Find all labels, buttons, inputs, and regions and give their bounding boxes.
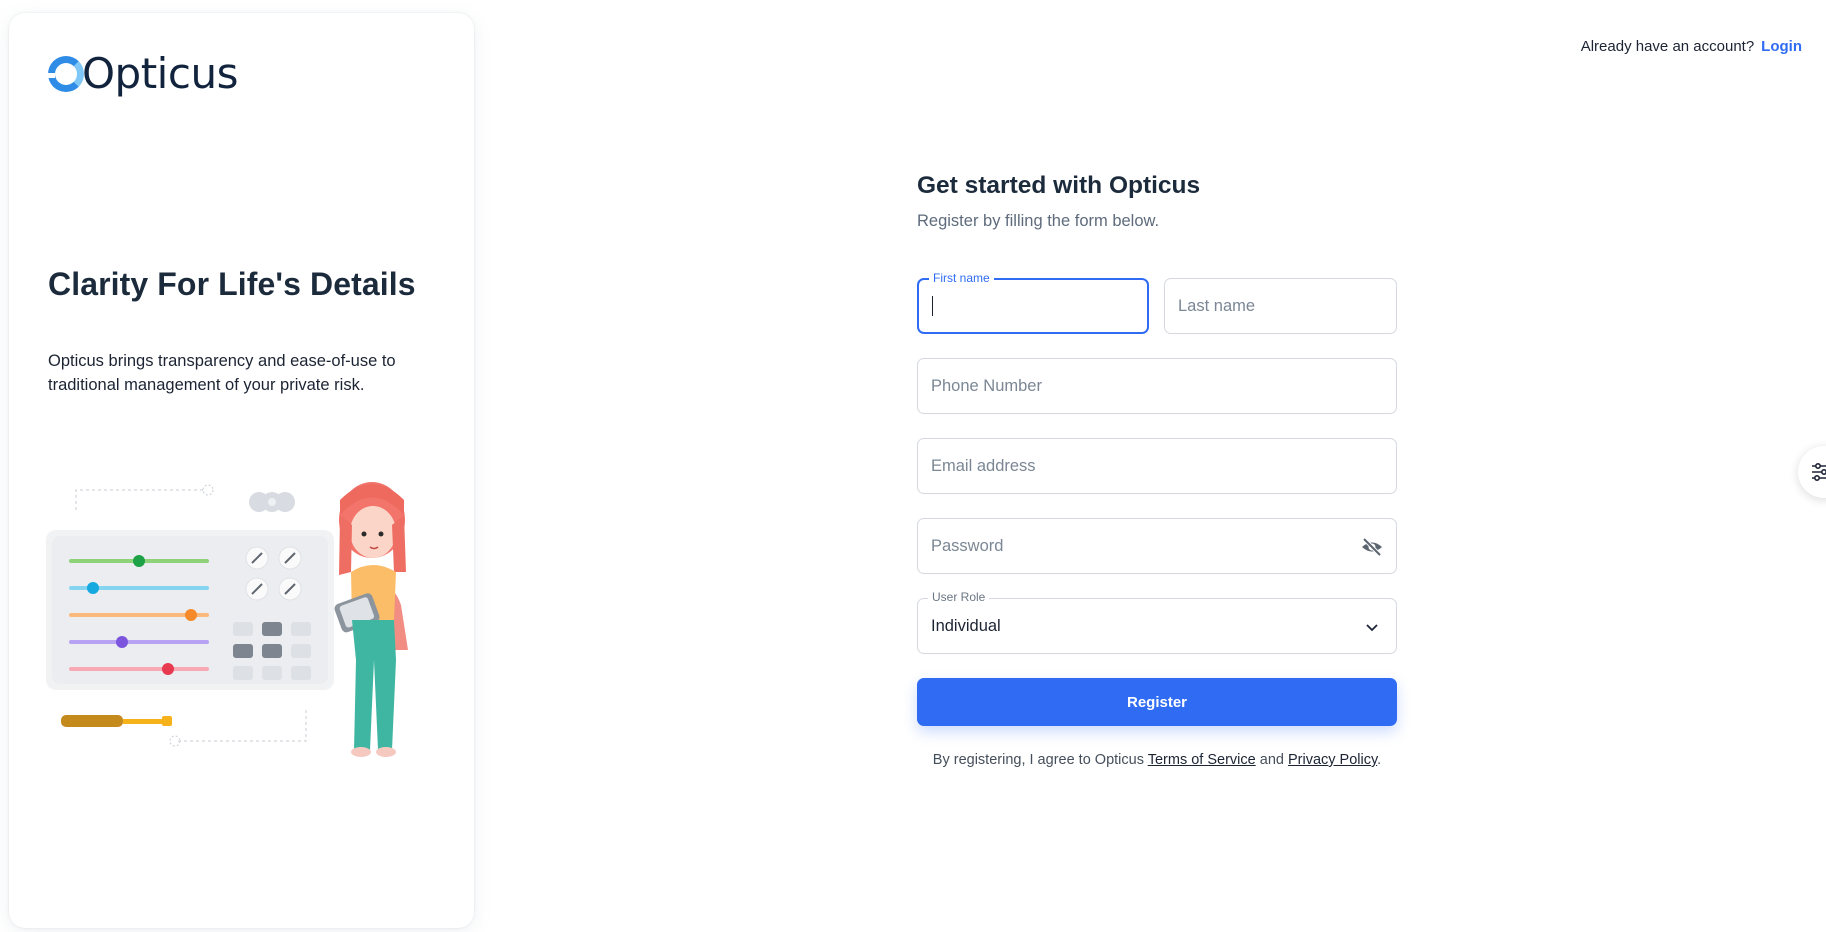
password-field[interactable]: Password (917, 518, 1397, 574)
last-name-placeholder: Last name (1178, 296, 1256, 315)
form-subtitle: Register by filling the form below. (917, 212, 1160, 230)
brand-name: Opticus (82, 49, 238, 98)
illustration (46, 482, 408, 757)
brand-logo[interactable]: Opticus (45, 49, 238, 98)
logo-mark-icon (45, 55, 84, 92)
password-placeholder: Password (931, 536, 1004, 555)
user-role-select[interactable]: User Role Individual (917, 590, 1397, 654)
first-name-field[interactable]: First name (917, 271, 1149, 334)
phone-number-field[interactable]: Phone Number (917, 358, 1397, 414)
text-caret (932, 296, 933, 316)
eye-off-icon[interactable] (1360, 535, 1384, 559)
terms-prefix: By registering, I agree to Opticus (932, 752, 1144, 768)
privacy-policy-link[interactable]: Privacy Policy (1288, 752, 1377, 768)
terms-text: By registering, I agree to Opticus Terms… (917, 752, 1397, 768)
login-question: Already have an account? (1580, 38, 1755, 55)
email-placeholder: Email address (931, 456, 1036, 475)
character-figure (334, 482, 408, 757)
register-form-header: Get started with Opticus Register by fil… (917, 172, 1397, 231)
hero-text: Opticus brings transparency and ease-of-… (48, 352, 396, 394)
sliders-icon (1812, 462, 1826, 482)
last-name-field[interactable]: Last name (1164, 278, 1397, 334)
terms-and: and (1259, 752, 1284, 768)
terms-of-service-link[interactable]: Terms of Service (1148, 752, 1256, 768)
left-panel: Opticus Clarity For Life's Details Optic… (9, 13, 474, 928)
login-prompt: Already have an account? Login (1581, 38, 1802, 55)
register-button[interactable]: Register (917, 678, 1397, 726)
terms-suffix: . (1377, 752, 1382, 768)
form-title: Get started with Opticus (917, 172, 1201, 199)
hero-title: Clarity For Life's Details (48, 266, 416, 302)
phone-number-placeholder: Phone Number (931, 376, 1042, 395)
email-field[interactable]: Email address (917, 438, 1397, 494)
chevron-down-icon (1366, 624, 1378, 632)
user-role-value: Individual (931, 616, 1001, 635)
first-name-label: First name (929, 271, 994, 285)
user-role-label: User Role (928, 590, 990, 604)
login-link[interactable]: Login (1761, 38, 1802, 55)
settings-button[interactable] (1798, 446, 1826, 498)
